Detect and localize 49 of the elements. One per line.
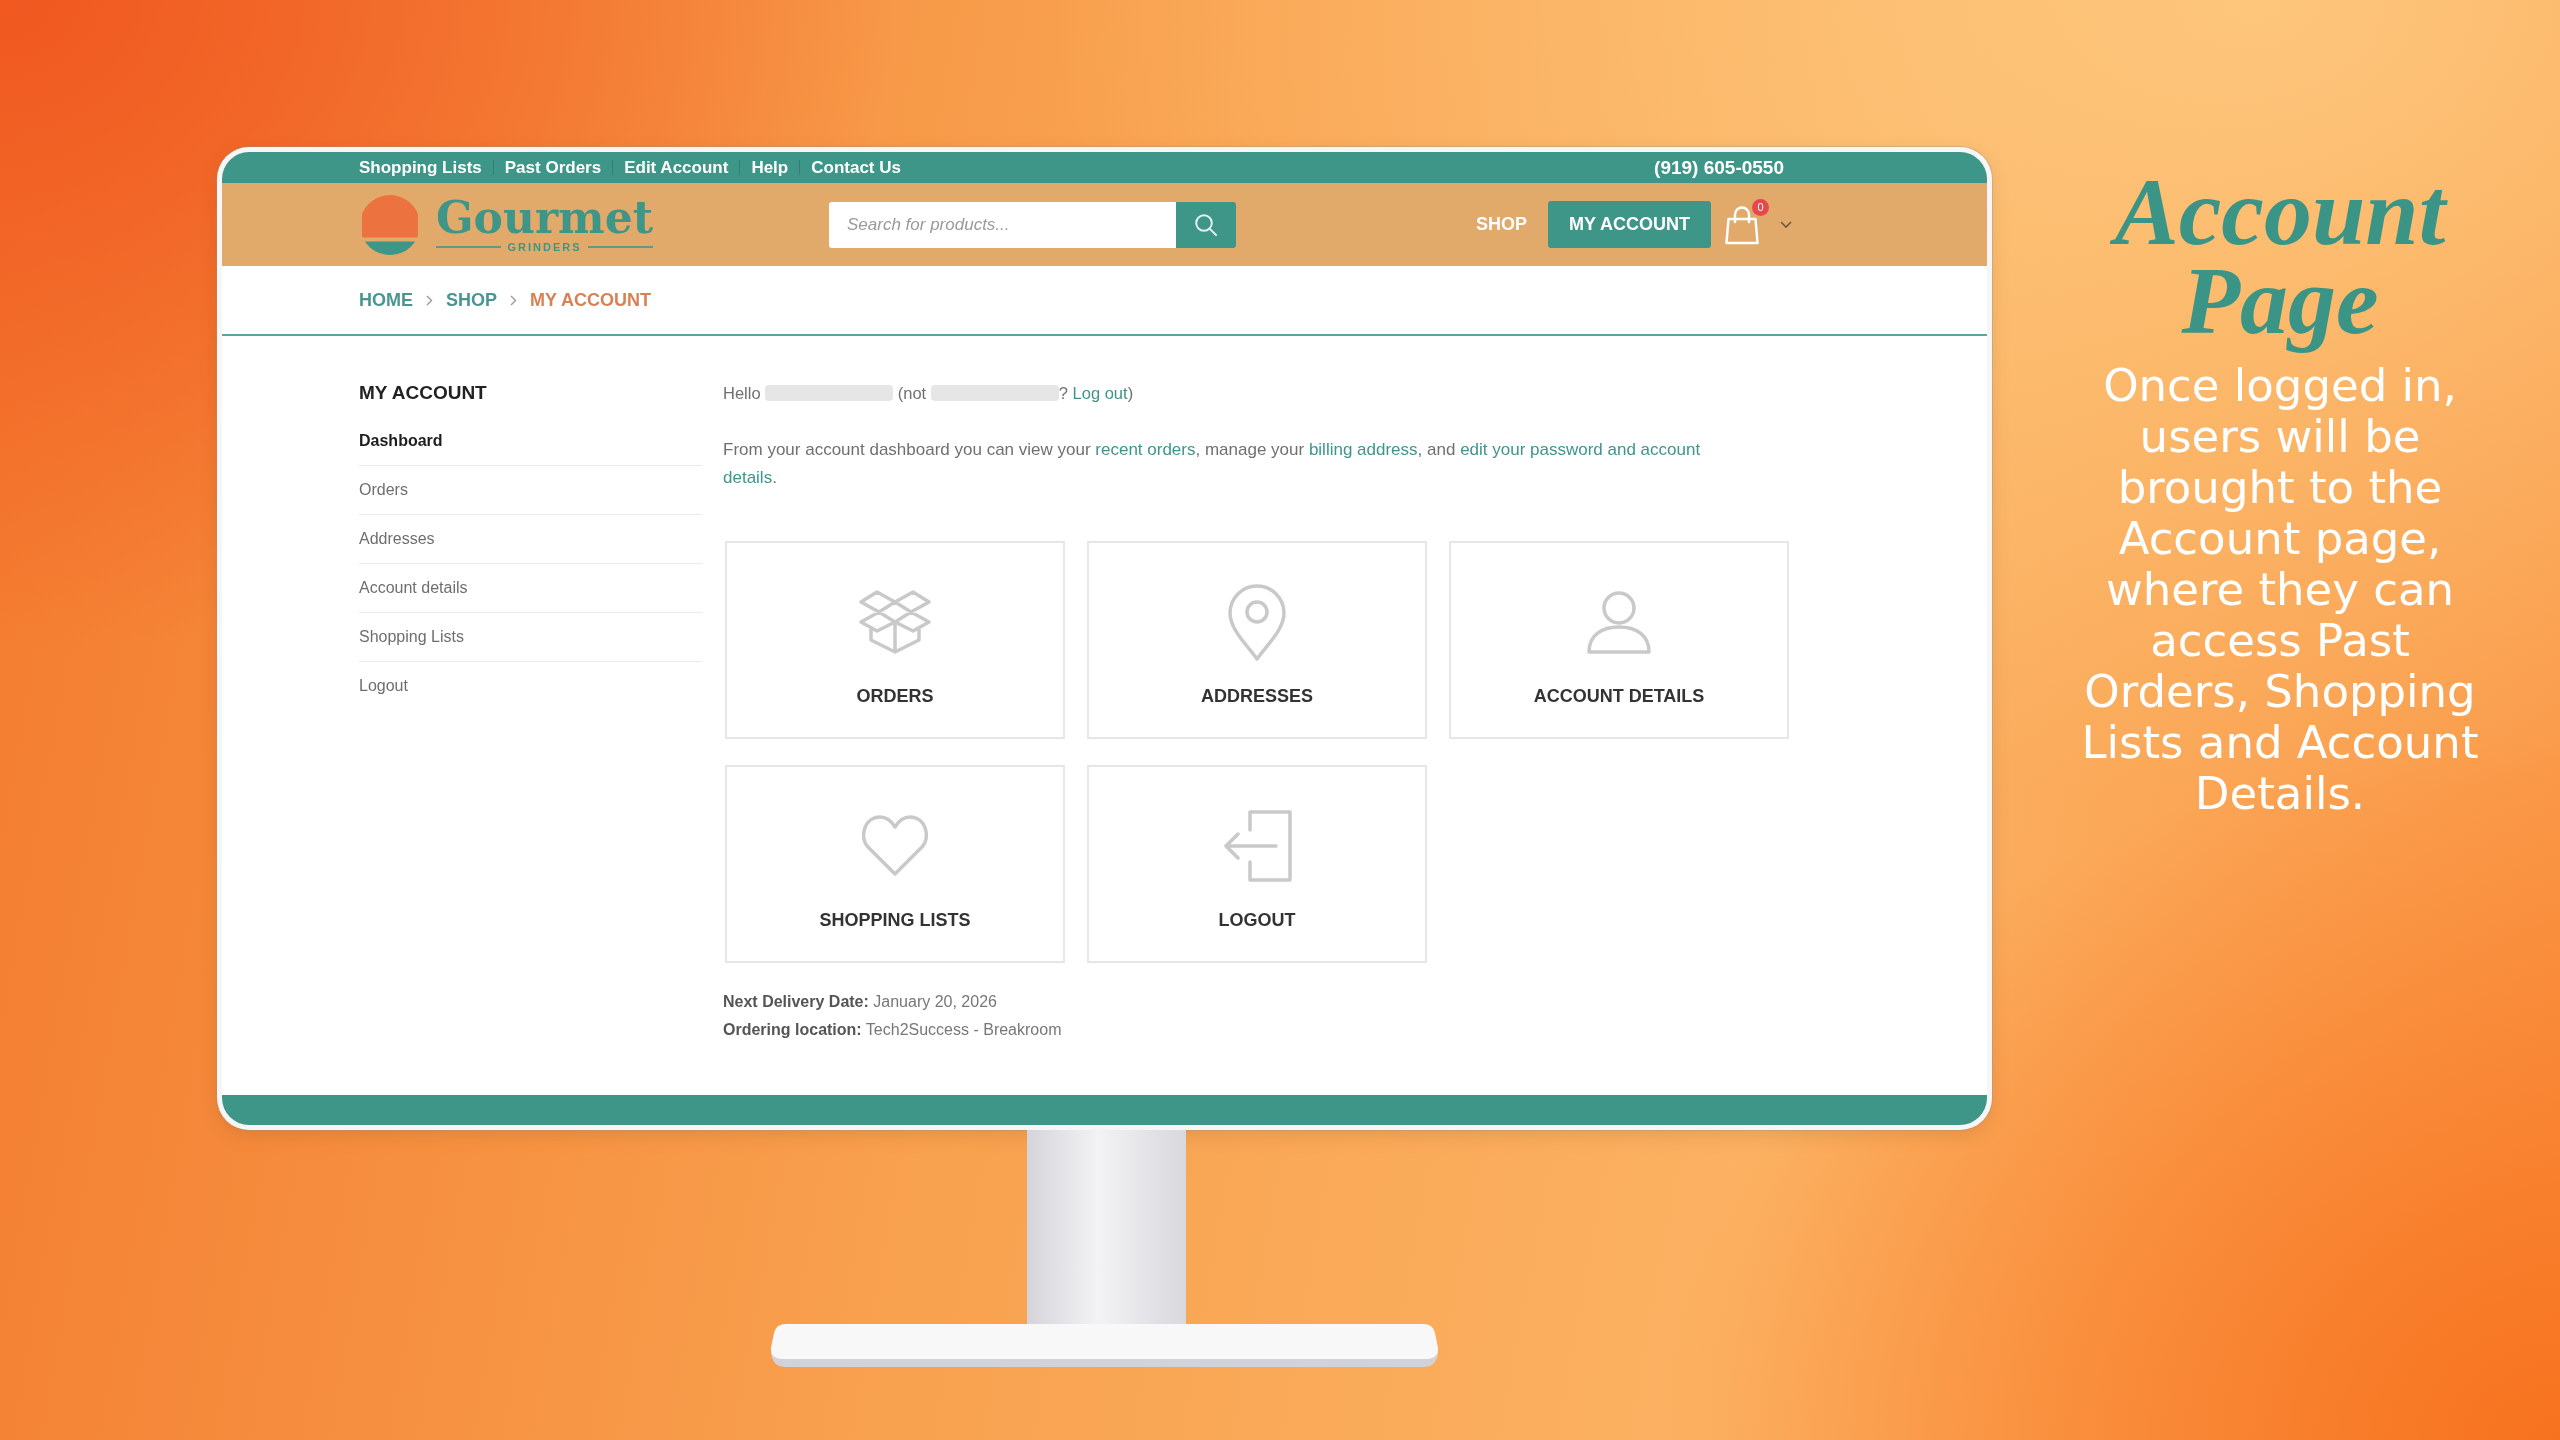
text-link[interactable]: recent orders (1095, 440, 1196, 459)
box-icon (859, 590, 931, 654)
sidebar-item[interactable]: Logout (359, 662, 702, 710)
dashboard-intro-text: From your account dashboard you can view your recent orders, manage your billing address, and edit your password and account details. (723, 439, 1702, 489)
info-line: Ordering location: Tech2Success - Breakroom (723, 1020, 1063, 1040)
sidebar-item[interactable]: Dashboard (359, 417, 702, 466)
logout-link[interactable]: Log out (1072, 384, 1128, 402)
search-icon (1195, 213, 1217, 236)
slide-description: Once logged in, users will be brought to the Account page, where they can access Past Orders, Shopping Lists and Account Details. (2080, 360, 2480, 819)
info-line: Next Delivery Date: January 20, 2026 (723, 992, 998, 1012)
text-link[interactable]: edit your password and account (1460, 440, 1701, 459)
top-nav-link[interactable]: Contact Us (811, 156, 901, 179)
logo-tagline: GRINDERS (507, 239, 582, 254)
top-nav-link[interactable]: Shopping Lists (359, 156, 482, 179)
top-nav-link[interactable]: Edit Account (624, 156, 729, 179)
top-nav-link[interactable]: Past Orders (504, 156, 602, 179)
user-icon (1587, 590, 1651, 654)
dashboard-tile[interactable]: ORDERS (725, 541, 1065, 739)
nav-link[interactable]: SHOP (1455, 201, 1548, 248)
dashboard-tile[interactable]: ADDRESSES (1087, 541, 1427, 739)
top-nav-link[interactable]: Help (751, 156, 789, 179)
sidebar-item[interactable]: Orders (359, 466, 702, 515)
dashboard-tile[interactable]: ACCOUNT DETAILS (1449, 541, 1789, 739)
sidebar-item[interactable]: Shopping Lists (359, 613, 702, 662)
chevron-right-icon (510, 294, 517, 306)
greeting-text: Hello (not ? Log out) (723, 383, 1135, 404)
dashboard-tile[interactable]: LOGOUT (1087, 765, 1427, 963)
sunset-logo-icon[interactable] (362, 194, 418, 255)
sidebar-heading: MY ACCOUNT (359, 381, 488, 405)
breadcrumb-item[interactable]: HOME (359, 288, 413, 312)
sidebar-item[interactable]: Account details (359, 564, 702, 613)
phone-number: (919) 605-0550 (1654, 156, 1784, 179)
chevron-down-icon[interactable] (1780, 220, 1792, 229)
text-link[interactable]: details (723, 468, 773, 487)
cart-count-badge: 0 (1752, 198, 1769, 216)
nav-link[interactable]: MY ACCOUNT (1548, 201, 1711, 248)
heart-icon (860, 815, 930, 877)
sidebar-item[interactable]: Addresses (359, 515, 702, 564)
map-pin-icon (1228, 583, 1286, 661)
logout-icon (1222, 810, 1292, 882)
breadcrumb-item[interactable]: MY ACCOUNT (530, 288, 651, 312)
search-button[interactable] (1176, 201, 1236, 248)
breadcrumb-item[interactable]: SHOP (446, 288, 497, 312)
slide-title: Account Page (2057, 161, 2503, 359)
text-link[interactable]: billing address (1308, 440, 1418, 459)
dashboard-tile[interactable]: SHOPPING LISTS (725, 765, 1065, 963)
shopping-bag-icon[interactable] (1724, 204, 1760, 245)
chevron-right-icon (426, 294, 433, 306)
search-field[interactable]: Search for products... (829, 201, 1176, 248)
